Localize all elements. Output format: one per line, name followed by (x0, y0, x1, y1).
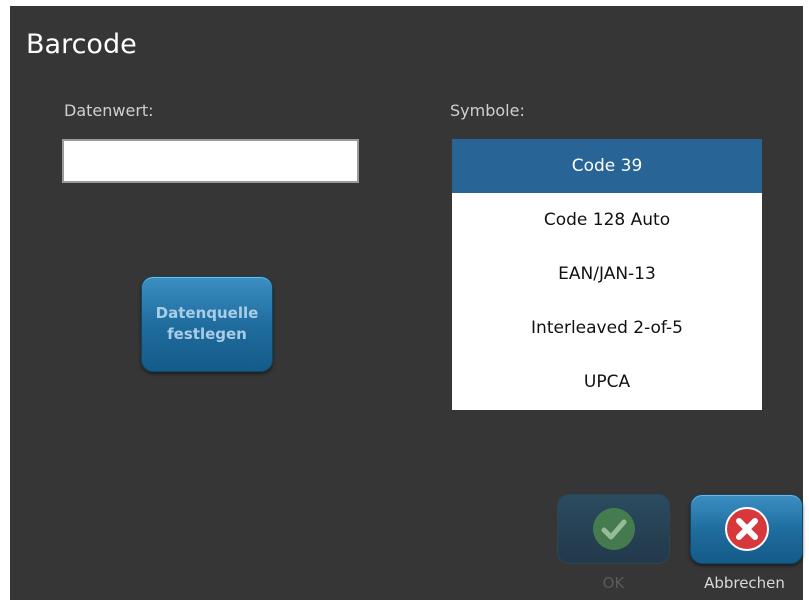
set-data-source-button[interactable]: Datenquelle festlegen (141, 276, 273, 372)
symbology-option[interactable]: UPCA (452, 355, 762, 409)
symbology-label: Symbole: (450, 101, 525, 120)
symbology-list[interactable]: Code 39 Code 128 Auto EAN/JAN-13 Interle… (452, 139, 762, 410)
ok-label: OK (602, 574, 625, 592)
symbology-option[interactable]: Interleaved 2-of-5 (452, 301, 762, 355)
x-circle-icon (724, 507, 769, 551)
symbology-option[interactable]: Code 128 Auto (452, 193, 762, 247)
data-value-label: Datenwert: (64, 101, 154, 120)
set-data-source-label-line1: Datenquelle (155, 304, 259, 322)
symbology-option[interactable]: Code 39 (452, 139, 762, 193)
check-circle-icon (592, 508, 635, 550)
cancel-button[interactable] (690, 494, 803, 564)
ok-button[interactable] (557, 494, 670, 564)
symbology-option[interactable]: EAN/JAN-13 (452, 247, 762, 301)
set-data-source-label-line2: festlegen (167, 325, 247, 343)
cancel-label: Abbrechen (704, 574, 785, 592)
dialog-title: Barcode (26, 29, 137, 60)
barcode-dialog: Barcode Datenwert: Datenquelle festlegen… (10, 6, 803, 600)
data-value-input[interactable] (62, 139, 359, 183)
